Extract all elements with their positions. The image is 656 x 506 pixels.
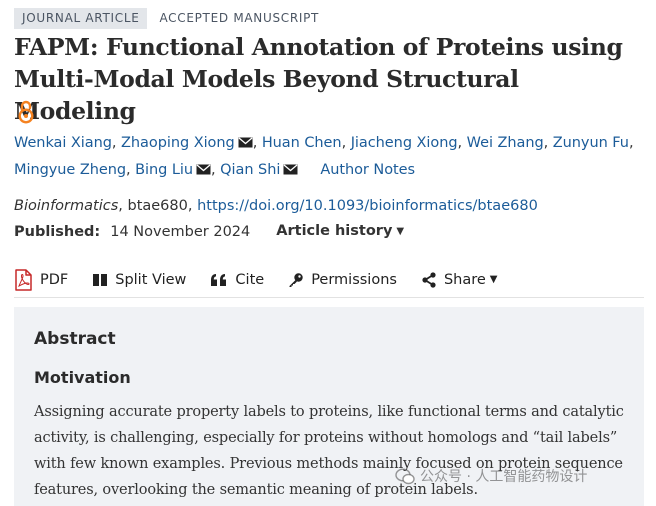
article-history-label: Article history <box>276 223 393 239</box>
split-view-label: Split View <box>115 271 187 288</box>
author-separator: , <box>111 135 122 151</box>
motivation-heading: Motivation <box>34 368 131 387</box>
author-link[interactable]: Jiacheng Xiong <box>351 135 458 151</box>
permissions-button[interactable]: Permissions <box>288 272 397 288</box>
email-icon[interactable] <box>238 131 253 157</box>
caret-down-icon: ▼ <box>489 274 498 285</box>
doi-link[interactable]: https://doi.org/10.1093/bioinformatics/b… <box>197 198 538 214</box>
article-id: , btae680, <box>118 198 198 214</box>
watermark-text: 公众号 · 人工智能药物设计 <box>420 469 588 485</box>
author-link[interactable]: Wenkai Xiang <box>14 135 112 151</box>
share-label: Share <box>443 271 486 288</box>
journal-name: Bioinformatics <box>14 198 119 214</box>
pdf-button[interactable]: PDF <box>14 268 69 291</box>
cite-button[interactable]: Cite <box>210 272 264 288</box>
published-info: Published: 14 November 2024 Article hist… <box>14 219 404 244</box>
author-separator: , <box>211 162 221 178</box>
email-icon[interactable] <box>196 158 211 184</box>
cite-label: Cite <box>235 271 265 288</box>
article-tags: JOURNAL ARTICLE ACCEPTED MANUSCRIPT <box>14 8 319 29</box>
published-label: Published: <box>14 223 101 240</box>
abstract-heading: Abstract <box>34 329 116 349</box>
citation-line: Bioinformatics, btae680, https://doi.org… <box>14 194 538 218</box>
split-view-button[interactable]: Split View <box>92 272 186 288</box>
wechat-icon <box>395 467 415 484</box>
share-button[interactable]: Share ▼ <box>421 272 498 288</box>
email-icon[interactable] <box>283 158 298 184</box>
article-title: FAPM: Functional Annotation of Proteins … <box>14 33 623 125</box>
author-link[interactable]: Zhaoping Xiong <box>121 135 235 151</box>
journal-article-tag: JOURNAL ARTICLE <box>14 8 148 29</box>
author-list: Wenkai Xiang, Zhaoping Xiong, Huan Chen,… <box>14 130 650 184</box>
author-separator: , <box>252 135 262 151</box>
author-link[interactable]: Qian Shi <box>220 162 280 178</box>
author-separator: , <box>126 162 136 178</box>
key-icon <box>289 272 303 287</box>
author-separator: , <box>457 135 467 151</box>
author-notes-link[interactable]: Author Notes <box>320 162 415 178</box>
pdf-icon <box>15 268 32 291</box>
caret-down-icon: ▼ <box>396 226 405 237</box>
author-link[interactable]: Wei Zhang <box>467 135 544 151</box>
watermark: 公众号 · 人工智能药物设计 <box>395 466 587 486</box>
article-toolbar: PDF Split View Cite Permissions Share ▼ <box>14 262 644 298</box>
open-access-icon <box>16 99 36 125</box>
permissions-label: Permissions <box>311 271 397 288</box>
abstract-text: Assigning accurate property labels to pr… <box>34 404 624 498</box>
share-icon <box>422 271 436 288</box>
accepted-manuscript-tag: ACCEPTED MANUSCRIPT <box>159 11 320 25</box>
pdf-label: PDF <box>40 271 69 288</box>
author-separator: , <box>543 135 553 151</box>
article-history-button[interactable]: Article history ▼ <box>276 219 404 244</box>
author-link[interactable]: Bing Liu <box>135 162 193 178</box>
author-link[interactable]: Zunyun Fu <box>553 135 629 151</box>
author-link[interactable]: Mingyue Zheng <box>14 162 126 178</box>
author-separator: , <box>628 135 634 151</box>
author-link[interactable]: Huan Chen <box>262 135 342 151</box>
author-separator: , <box>341 135 351 151</box>
published-date: 14 November 2024 <box>110 223 251 240</box>
split-view-icon <box>93 273 108 286</box>
quote-icon <box>211 273 227 286</box>
